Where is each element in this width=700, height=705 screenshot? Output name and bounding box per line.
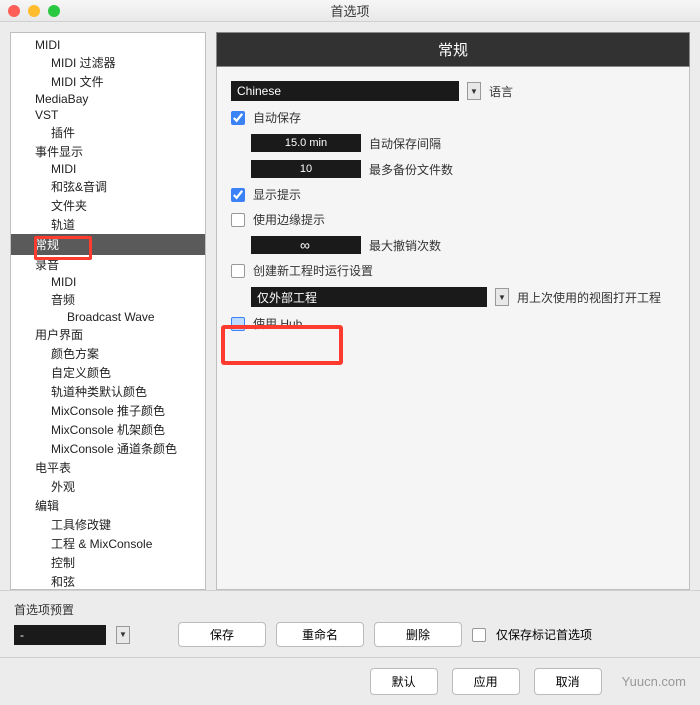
sidebar-item[interactable]: MIDI 文件 (11, 72, 205, 91)
sidebar-item[interactable]: 自定义颜色 (11, 363, 205, 382)
titlebar: 首选项 (0, 0, 700, 22)
sidebar-item[interactable]: Broadcast Wave (11, 309, 205, 325)
preset-footer: 首选项预置 - ▼ 保存 重命名 删除 仅保存标记首选项 (0, 590, 700, 657)
edgehints-checkbox[interactable] (231, 213, 245, 227)
maxbackup-label: 最多备份文件数 (369, 161, 453, 178)
maxundo-value[interactable]: ∞ (251, 236, 361, 254)
sidebar-item[interactable]: 常规 (11, 234, 205, 255)
saveonly-label: 仅保存标记首选项 (496, 626, 592, 643)
sidebar-item[interactable]: 编辑 (11, 496, 205, 515)
sidebar-item[interactable]: 和弦&音调 (11, 177, 205, 196)
window-title: 首选项 (0, 1, 700, 20)
sidebar-item[interactable]: 控制 (11, 553, 205, 572)
language-label: 语言 (489, 83, 513, 100)
showhints-label: 显示提示 (253, 186, 301, 203)
watermark: Yuucn.com (622, 674, 686, 689)
sidebar-item[interactable]: 音频 (11, 290, 205, 309)
sidebar-item[interactable]: VST (11, 107, 205, 123)
sidebar-item[interactable]: MediaBay (11, 91, 205, 107)
language-select[interactable]: Chinese (231, 81, 459, 101)
settings-panel: Chinese ▼ 语言 自动保存 15.0 min 自动保存间隔 10 最多备… (216, 67, 690, 590)
runsettings-checkbox[interactable] (231, 264, 245, 278)
sidebar-item[interactable]: MIDI (11, 161, 205, 177)
sidebar-item[interactable]: 颜色方案 (11, 344, 205, 363)
delete-button[interactable]: 删除 (374, 622, 462, 647)
sidebar-item[interactable]: MixConsole 推子颜色 (11, 401, 205, 420)
default-button[interactable]: 默认 (370, 668, 438, 695)
sidebar-item[interactable]: MIDI 过滤器 (11, 53, 205, 72)
cancel-button[interactable]: 取消 (534, 668, 602, 695)
sidebar-item[interactable]: 和弦 (11, 572, 205, 590)
sidebar-item[interactable]: 插件 (11, 123, 205, 142)
sidebar-item[interactable]: MixConsole 机架颜色 (11, 420, 205, 439)
chevron-down-icon[interactable]: ▼ (495, 288, 509, 306)
interval-value[interactable]: 15.0 min (251, 134, 361, 152)
sidebar-item[interactable]: 录音 (11, 255, 205, 274)
panel-title: 常规 (216, 32, 690, 67)
apply-button[interactable]: 应用 (452, 668, 520, 695)
lastproject-select[interactable]: 仅外部工程 (251, 287, 487, 307)
autosave-checkbox[interactable] (231, 111, 245, 125)
lastproject-label: 用上次使用的视图打开工程 (517, 289, 661, 306)
save-button[interactable]: 保存 (178, 622, 266, 647)
maxundo-label: 最大撤销次数 (369, 237, 441, 254)
sidebar-item[interactable]: 轨道种类默认颜色 (11, 382, 205, 401)
sidebar-item[interactable]: MIDI (11, 274, 205, 290)
edgehints-label: 使用边缘提示 (253, 211, 325, 228)
autosave-label: 自动保存 (253, 109, 301, 126)
sidebar-item[interactable]: 事件显示 (11, 142, 205, 161)
interval-label: 自动保存间隔 (369, 135, 441, 152)
usehub-checkbox[interactable] (231, 317, 245, 331)
sidebar-item[interactable]: 外观 (11, 477, 205, 496)
runsettings-label: 创建新工程时运行设置 (253, 262, 373, 279)
sidebar[interactable]: MIDIMIDI 过滤器MIDI 文件MediaBayVST插件事件显示MIDI… (10, 32, 206, 590)
saveonly-checkbox[interactable] (472, 628, 486, 642)
preset-select[interactable]: - (14, 625, 106, 645)
chevron-down-icon[interactable]: ▼ (116, 626, 130, 644)
sidebar-item[interactable]: 工具修改键 (11, 515, 205, 534)
showhints-checkbox[interactable] (231, 188, 245, 202)
chevron-down-icon[interactable]: ▼ (467, 82, 481, 100)
sidebar-item[interactable]: 文件夹 (11, 196, 205, 215)
sidebar-item[interactable]: 轨道 (11, 215, 205, 234)
preset-label: 首选项预置 (14, 601, 686, 618)
sidebar-item[interactable]: 工程 & MixConsole (11, 534, 205, 553)
sidebar-item[interactable]: MIDI (11, 37, 205, 53)
rename-button[interactable]: 重命名 (276, 622, 364, 647)
usehub-label: 使用 Hub (253, 315, 302, 332)
sidebar-item[interactable]: 用户界面 (11, 325, 205, 344)
sidebar-item[interactable]: MixConsole 通道条颜色 (11, 439, 205, 458)
dialog-buttons: 默认 应用 取消 Yuucn.com (0, 657, 700, 705)
sidebar-item[interactable]: 电平表 (11, 458, 205, 477)
maxbackup-value[interactable]: 10 (251, 160, 361, 178)
